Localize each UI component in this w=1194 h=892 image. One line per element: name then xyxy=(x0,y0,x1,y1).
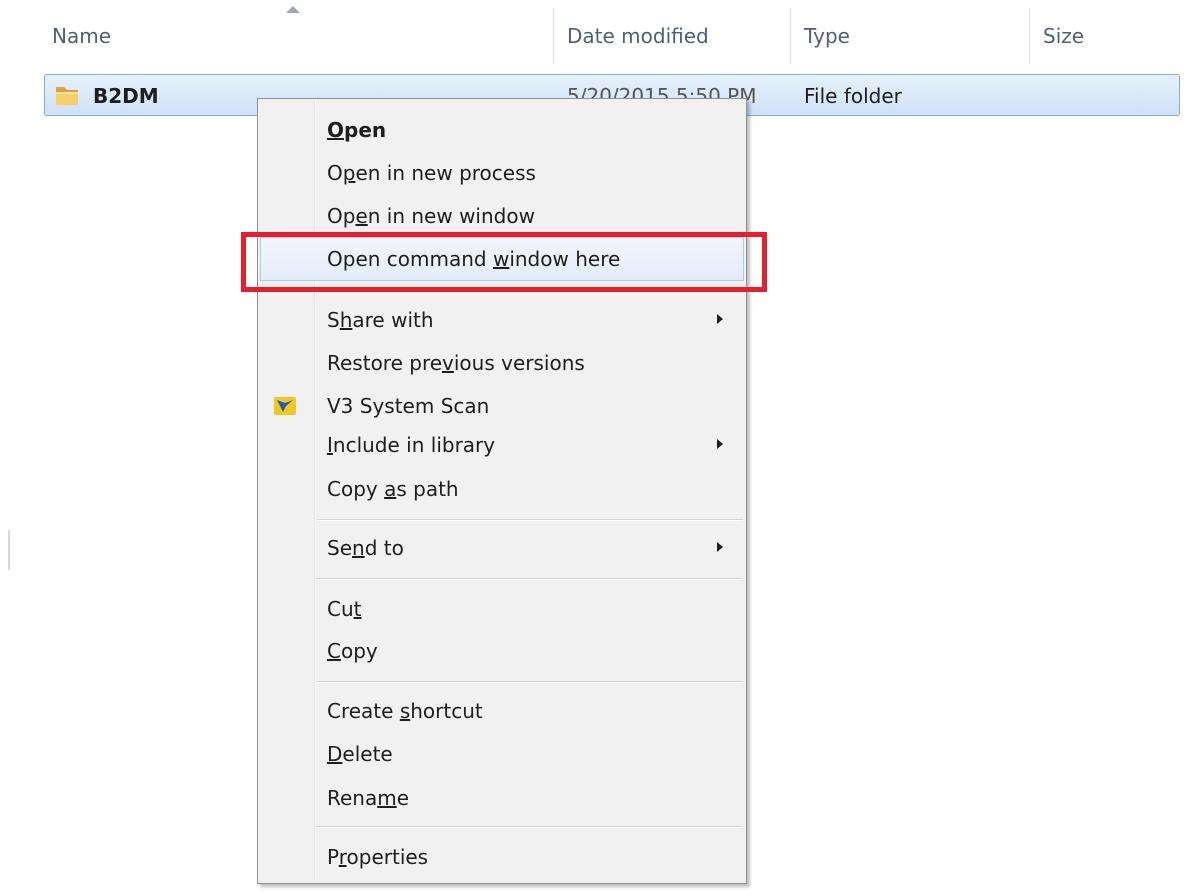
menu-item-share-with[interactable]: Share with xyxy=(261,299,743,341)
menu-item-label: Open in new window xyxy=(327,204,535,228)
menu-item-label: V3 System Scan xyxy=(327,394,490,418)
menu-item-send-to[interactable]: Send to xyxy=(261,527,743,569)
menu-item-label: Delete xyxy=(327,742,393,766)
menu-item-copy-as-path[interactable]: Copy as path xyxy=(261,468,743,510)
menu-item-delete[interactable]: Delete xyxy=(261,733,743,775)
folder-icon xyxy=(56,87,78,105)
column-type[interactable]: Type xyxy=(804,24,850,48)
menu-item-label: Create shortcut xyxy=(327,699,483,723)
menu-separator xyxy=(317,826,743,828)
menu-item-label: Include in library xyxy=(327,433,496,457)
menu-item-properties[interactable]: Properties xyxy=(261,836,743,878)
menu-item-label: Restore previous versions xyxy=(327,351,585,375)
column-divider[interactable] xyxy=(553,8,554,64)
column-divider[interactable] xyxy=(1029,8,1030,64)
menu-item-label: Open in new process xyxy=(327,161,536,185)
sort-ascending-icon xyxy=(286,6,300,13)
menu-item-label: Rename xyxy=(327,786,410,810)
highlight-box xyxy=(241,232,767,292)
menu-separator xyxy=(317,578,743,580)
menu-item-include-in-library[interactable]: Include in library xyxy=(261,424,743,466)
menu-item-cut[interactable]: Cut xyxy=(261,588,743,630)
column-header: Name Date modified Type Size xyxy=(0,0,1194,70)
menu-item-copy[interactable]: Copy xyxy=(261,630,743,672)
menu-item-label: Copy as path xyxy=(327,477,459,501)
menu-item-label: Properties xyxy=(327,845,429,869)
menu-item-label: Copy xyxy=(327,639,378,663)
submenu-arrow-icon xyxy=(717,314,723,324)
submenu-arrow-icon xyxy=(717,542,723,552)
file-type: File folder xyxy=(804,84,902,108)
menu-item-open-in-new-window[interactable]: Open in new window xyxy=(261,195,743,237)
pane-divider[interactable] xyxy=(8,530,10,570)
menu-item-open[interactable]: Open xyxy=(261,109,743,151)
menu-item-label: Share with xyxy=(327,308,434,332)
column-name[interactable]: Name xyxy=(52,24,111,48)
submenu-arrow-icon xyxy=(717,439,723,449)
column-divider[interactable] xyxy=(790,8,791,64)
menu-item-restore-previous-versions[interactable]: Restore previous versions xyxy=(261,342,743,384)
menu-separator xyxy=(317,519,743,521)
menu-item-v3-system-scan[interactable]: V3 System Scan xyxy=(261,385,743,427)
column-date-modified[interactable]: Date modified xyxy=(567,24,709,48)
menu-item-label: Open xyxy=(327,118,387,142)
menu-item-label: Cut xyxy=(327,597,362,621)
menu-item-create-shortcut[interactable]: Create shortcut xyxy=(261,690,743,732)
menu-item-open-in-new-process[interactable]: Open in new process xyxy=(261,152,743,194)
menu-separator xyxy=(317,681,743,683)
v3-scan-icon xyxy=(274,397,296,415)
menu-item-label: Send to xyxy=(327,536,404,560)
column-size[interactable]: Size xyxy=(1043,24,1084,48)
context-menu: Open Open in new process Open in new win… xyxy=(257,98,747,884)
file-name: B2DM xyxy=(93,84,159,108)
menu-item-rename[interactable]: Rename xyxy=(261,777,743,819)
